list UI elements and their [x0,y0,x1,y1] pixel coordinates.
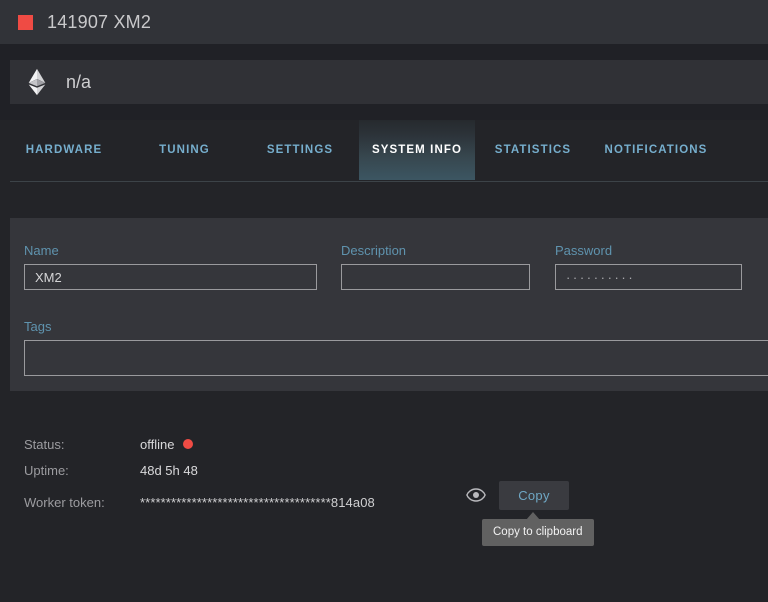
offline-dot-icon [183,439,194,449]
tab-system-info[interactable]: SYSTEM INFO [359,120,475,180]
page-title: 141907 XM2 [47,11,152,32]
reveal-token-button[interactable] [466,486,486,504]
tab-hardware[interactable]: HARDWARE [0,120,128,180]
tags-input[interactable] [24,340,768,376]
ethereum-icon [28,68,46,96]
password-input[interactable]: ·········· [555,264,742,290]
uptime-value: 48d 5h 48 [140,462,198,478]
copy-tooltip: Copy to clipboard [482,519,594,546]
eye-icon [466,488,486,502]
tab-settings[interactable]: SETTINGS [241,120,359,180]
tab-statistics[interactable]: STATISTICS [475,120,591,180]
uptime-row: Uptime: 48d 5h 48 [24,458,584,482]
uptime-label: Uptime: [24,462,69,478]
status-label: Status: [24,436,65,452]
offline-status-square-icon [18,14,33,30]
coin-bar-region: n/a [0,44,768,120]
status-value: offline [140,436,175,452]
name-label: Name [24,243,59,258]
tab-list: HARDWARE TUNING SETTINGS SYSTEM INFO STA… [0,120,721,180]
tab-bar-divider [10,181,768,182]
worker-token-label: Worker token: [24,494,105,510]
coin-bar[interactable]: n/a [10,60,768,104]
status-row: Status: offline [24,432,584,456]
copy-token-button[interactable]: Copy [499,481,569,510]
status-value-group: offline [140,436,194,452]
tab-tuning[interactable]: TUNING [128,120,241,180]
tab-bar: HARDWARE TUNING SETTINGS SYSTEM INFO STA… [0,120,768,182]
window-title-bar: 141907 XM2 [0,0,768,44]
app-root: 141907 XM2 n/a HARDWARE TUNING SETTINGS … [0,0,768,602]
password-label: Password [555,243,613,258]
description-label: Description [341,243,407,258]
tab-notifications[interactable]: NOTIFICATIONS [591,120,721,180]
coin-value: n/a [66,71,92,92]
tags-label: Tags [24,319,52,334]
description-input[interactable] [341,264,530,290]
name-input[interactable] [24,264,317,290]
device-settings-card: Name Description Password ·········· Tag… [10,218,768,391]
worker-token-value: *************************************814… [140,494,375,510]
